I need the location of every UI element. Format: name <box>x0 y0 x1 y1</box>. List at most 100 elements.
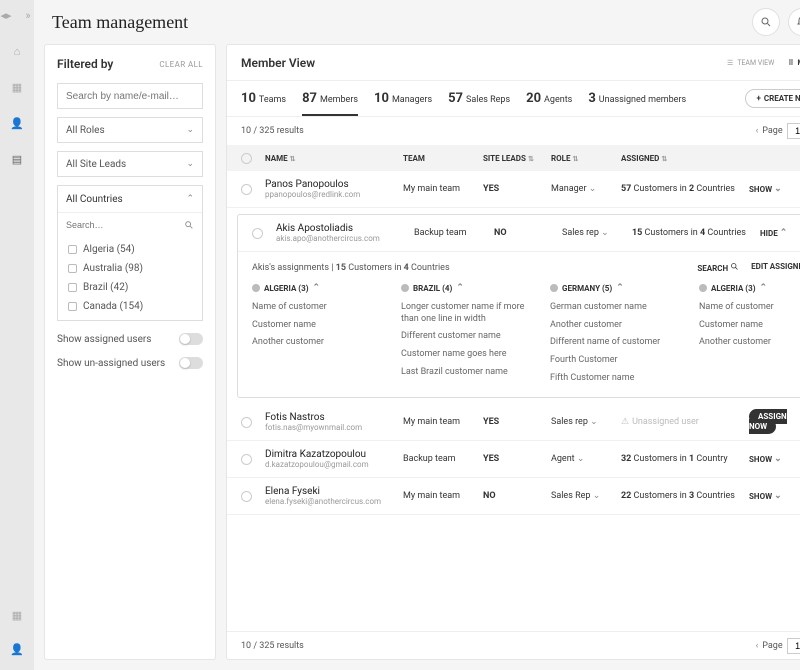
row-select[interactable] <box>252 228 263 239</box>
country-option[interactable]: Brazil (42) <box>58 278 202 297</box>
roles-select[interactable]: All Roles⌄ <box>57 117 203 143</box>
country-option[interactable]: Algeria (54) <box>58 240 202 259</box>
toggle-row[interactable]: SHOW ⌄ <box>749 491 800 501</box>
row-select[interactable] <box>241 417 252 428</box>
page-input-bottom[interactable] <box>787 638 800 654</box>
col-assigned[interactable]: ASSIGNED⇅ <box>621 154 741 163</box>
nav-rail: ◂▸ » ⌂ ▦ 👤 ▤ ▦ 👤 <box>0 0 34 670</box>
clear-all[interactable]: CLEAR ALL <box>159 60 203 69</box>
table-row: Dimitra Kazatzopouloud.kazatzopoulou@gma… <box>227 441 800 478</box>
member-team: My main team <box>403 417 475 427</box>
customer-name: Customer name <box>699 317 800 335</box>
prev-page-bottom[interactable]: ‹ <box>756 641 759 651</box>
checkbox[interactable] <box>68 302 77 311</box>
checkbox[interactable] <box>68 245 77 254</box>
select-all[interactable] <box>241 153 252 164</box>
member-sitelead: YES <box>483 454 543 464</box>
chevron-icon: ⌄ <box>774 454 782 464</box>
search-icon <box>184 220 194 230</box>
filter-heading: Filtered by <box>57 57 113 71</box>
country-group-header[interactable]: GERMANY (5) ⌃ <box>550 283 685 293</box>
country-search[interactable] <box>58 212 202 236</box>
toggle-unassigned[interactable] <box>179 357 203 369</box>
customer-name: Customer name <box>252 317 387 335</box>
stat-sales-reps[interactable]: 57Sales Reps <box>448 91 510 106</box>
list-icon[interactable]: ▤ <box>10 152 24 166</box>
table-row: Panos Panopoulosppanopoulos@redlink.com … <box>227 171 800 208</box>
assign-now-button[interactable]: ASSIGN NOW <box>749 409 787 434</box>
customer-name: Different name of customer <box>550 334 685 352</box>
apps-icon[interactable]: ▦ <box>10 608 24 622</box>
search-icon <box>730 262 739 271</box>
country-group-header[interactable]: ALGERIA (3) ⌃ <box>699 283 800 293</box>
member-role[interactable]: Sales Rep ⌄ <box>551 491 613 501</box>
expand-icon[interactable]: » <box>21 8 35 22</box>
create-user-button[interactable]: +CREATE NEW USER <box>745 89 800 108</box>
customer-name: Longer customer name if more than one li… <box>401 299 536 328</box>
toggle-row[interactable]: SHOW ⌄ <box>749 184 800 194</box>
toggle-row[interactable]: HIDE ⌃ <box>760 228 800 238</box>
dashboard-icon[interactable]: ▦ <box>10 80 24 94</box>
expand-title: Akis's assignments | 15 Customers in 4 C… <box>252 263 450 273</box>
row-select[interactable] <box>241 491 252 502</box>
member-role[interactable]: Sales rep ⌄ <box>562 228 624 238</box>
customer-name: Another customer <box>550 317 685 335</box>
row-select[interactable] <box>241 454 252 465</box>
member-email: ppanopoulos@redlink.com <box>265 190 395 199</box>
home-icon[interactable]: ⌂ <box>10 44 24 58</box>
topbar: Team management <box>34 0 800 44</box>
stat-members[interactable]: 87Members <box>302 91 358 116</box>
notifications-button[interactable] <box>788 8 800 36</box>
search-input[interactable] <box>57 83 203 109</box>
member-team: Backup team <box>414 228 486 238</box>
member-view-title: Member View <box>241 56 315 70</box>
member-role[interactable]: Sales rep ⌄ <box>551 417 613 427</box>
row-select[interactable] <box>241 184 252 195</box>
stat-managers[interactable]: 10Managers <box>374 91 432 106</box>
profile-icon[interactable]: 👤 <box>10 642 24 656</box>
toggle-assigned[interactable] <box>179 333 203 345</box>
chevron-up-icon: ⌃ <box>186 194 194 204</box>
member-role[interactable]: Agent ⌄ <box>551 454 613 464</box>
checkbox[interactable] <box>68 283 77 292</box>
table-row: Fotis Nastrosfotis.nas@myownmail.com My … <box>227 404 800 441</box>
customer-name: Customer name goes here <box>401 346 536 364</box>
country-option[interactable]: Canada (154) <box>58 297 202 316</box>
customer-name: Another customer <box>252 334 387 352</box>
customer-name: Name of customer <box>699 299 800 317</box>
countries-header[interactable]: All Countries⌃ <box>58 186 202 212</box>
chevron-down-icon: ⌄ <box>601 228 609 238</box>
country-option[interactable]: Australia (98) <box>58 259 202 278</box>
code-icon[interactable]: ◂▸ <box>0 8 13 22</box>
toggle-row[interactable]: SHOW ⌄ <box>749 454 800 464</box>
list-icon: ☰ <box>727 59 733 67</box>
country-group-header[interactable]: BRAZIL (4) ⌃ <box>401 283 536 293</box>
dot-icon <box>550 284 558 292</box>
countries-select: All Countries⌃ Algeria (54)Australia (98… <box>57 185 203 321</box>
member-email: fotis.nas@myownmail.com <box>265 423 395 432</box>
customer-name: German customer name <box>550 299 685 317</box>
col-siteleads[interactable]: SITE LEADS⇅ <box>483 154 543 163</box>
col-team: TEAM <box>403 154 475 163</box>
edit-assignments[interactable]: EDIT ASSIGNMENTS ✎ <box>751 262 800 273</box>
grid-icon: ⠿ <box>788 59 793 67</box>
team-view-switch[interactable]: ☰TEAM VIEW <box>727 59 774 67</box>
chevron-icon: ⌃ <box>780 228 788 238</box>
country-group-header[interactable]: ALGERIA (3) ⌃ <box>252 283 387 293</box>
page-input[interactable] <box>787 123 800 139</box>
prev-page[interactable]: ‹ <box>756 126 759 136</box>
stat-unassigned-members[interactable]: 3Unassigned members <box>588 91 686 106</box>
member-panel: Member View ☰TEAM VIEW ⠿MEMBER VIEW 10Te… <box>226 44 800 660</box>
member-view-switch[interactable]: ⠿MEMBER VIEW <box>788 59 800 67</box>
col-name[interactable]: NAME⇅ <box>265 154 395 163</box>
chevron-down-icon: ⌄ <box>590 417 598 427</box>
siteleads-select[interactable]: All Site Leads⌄ <box>57 151 203 177</box>
col-role[interactable]: ROLE⇅ <box>551 154 613 163</box>
search-button[interactable] <box>752 8 780 36</box>
stat-agents[interactable]: 20Agents <box>526 91 572 106</box>
search-assignments[interactable]: SEARCH <box>697 262 739 273</box>
user-icon[interactable]: 👤 <box>10 116 24 130</box>
member-role[interactable]: Manager ⌄ <box>551 184 613 194</box>
stat-teams[interactable]: 10Teams <box>241 91 286 106</box>
checkbox[interactable] <box>68 264 77 273</box>
